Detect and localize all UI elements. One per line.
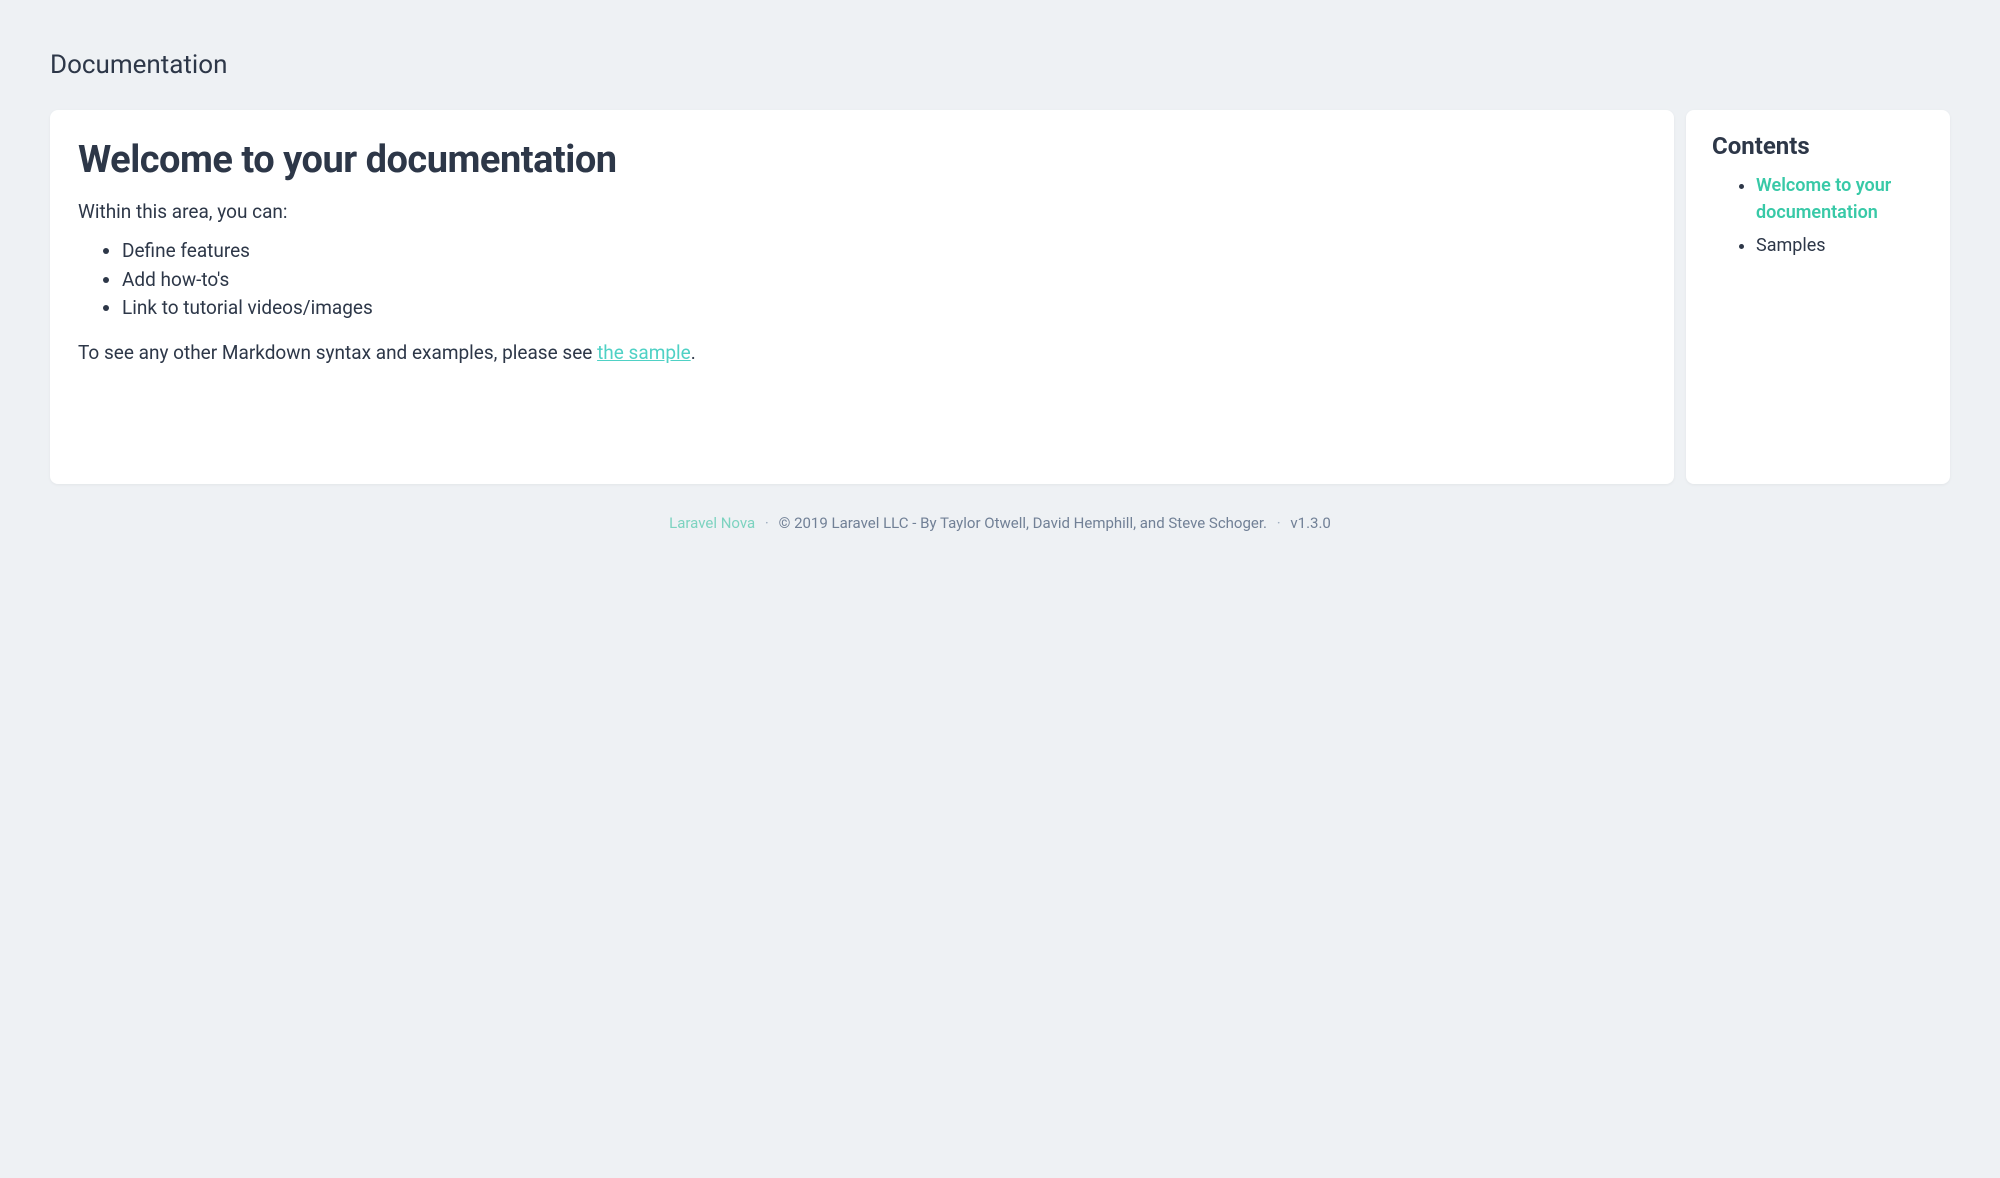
toc-list: Welcome to your documentation Samples (1712, 172, 1924, 259)
page-title: Documentation (50, 50, 1950, 80)
sample-link[interactable]: the sample (597, 341, 691, 364)
doc-outro-text: To see any other Markdown syntax and exa… (78, 341, 1646, 364)
footer-separator: · (1277, 514, 1281, 532)
outro-prefix: To see any other Markdown syntax and exa… (78, 341, 597, 364)
toc-link-welcome[interactable]: Welcome to your documentation (1756, 175, 1891, 223)
list-item: Define features (122, 237, 1646, 266)
page-footer: Laravel Nova · © 2019 Laravel LLC - By T… (50, 484, 1950, 562)
footer-separator: · (765, 514, 769, 532)
outro-suffix: . (691, 341, 696, 364)
list-item: Link to tutorial videos/images (122, 294, 1646, 323)
doc-intro-text: Within this area, you can: (78, 200, 1646, 223)
list-item: Add how-to's (122, 266, 1646, 295)
toc-item: Welcome to your documentation (1756, 172, 1924, 226)
footer-nova-link[interactable]: Laravel Nova (669, 514, 755, 532)
main-content-card: Welcome to your documentation Within thi… (50, 110, 1674, 484)
toc-item: Samples (1756, 232, 1924, 259)
contents-sidebar: Contents Welcome to your documentation S… (1686, 110, 1950, 484)
doc-feature-list: Define features Add how-to's Link to tut… (78, 237, 1646, 323)
doc-heading: Welcome to your documentation (78, 138, 1646, 182)
footer-copyright: © 2019 Laravel LLC - By Taylor Otwell, D… (779, 514, 1267, 532)
sidebar-heading: Contents (1712, 132, 1924, 160)
toc-link-samples[interactable]: Samples (1756, 235, 1826, 256)
footer-version: v1.3.0 (1290, 514, 1330, 532)
